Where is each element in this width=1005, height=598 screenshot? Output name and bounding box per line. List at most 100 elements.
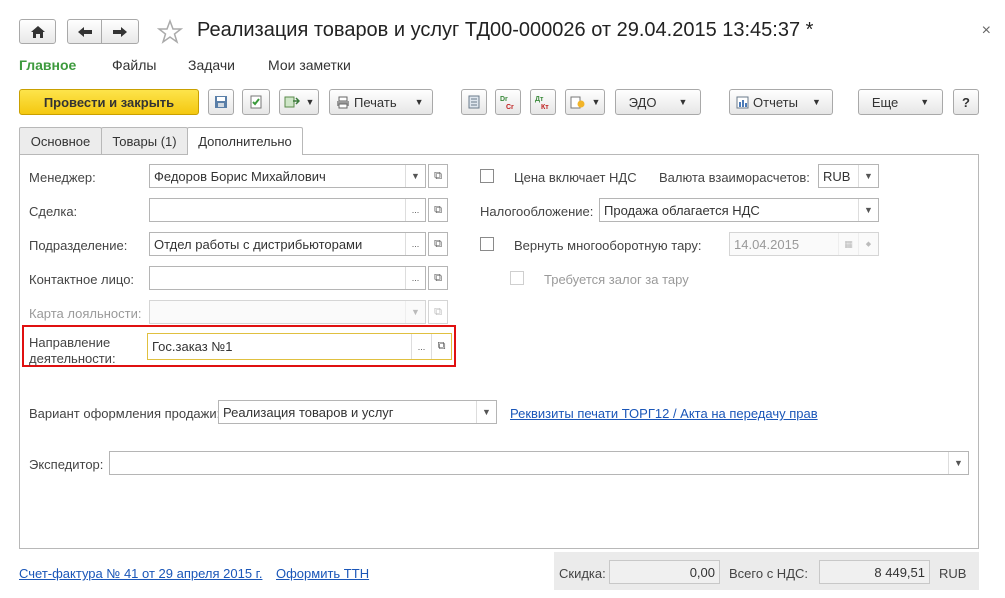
chevron-down-icon[interactable]: ▼	[858, 199, 878, 221]
print-label: Печать	[354, 94, 397, 110]
direction-label-line2: деятельности:	[29, 351, 116, 366]
return-tare-checkbox[interactable]	[480, 237, 494, 251]
direction-field[interactable]: Гос.заказ №1 ... ⧉	[147, 333, 452, 360]
back-button[interactable]	[67, 19, 102, 44]
section-files[interactable]: Файлы	[112, 57, 156, 73]
sale-variant-field[interactable]: Реализация товаров и услуг ▼	[218, 400, 497, 424]
create-ttn-link[interactable]: Оформить ТТН	[276, 566, 369, 581]
chevron-down-icon[interactable]: ▼	[948, 452, 968, 474]
currency-label: Валюта взаиморасчетов:	[659, 170, 810, 185]
chevron-down-icon: ▼	[414, 97, 424, 107]
price-includes-vat-label: Цена включает НДС	[514, 170, 637, 185]
department-value: Отдел работы с дистрибьюторами	[154, 236, 363, 252]
open-icon[interactable]: ⧉	[431, 334, 451, 359]
taxation-label: Налогообложение:	[480, 204, 594, 219]
chevron-down-icon: ▼	[305, 97, 315, 107]
currency-field[interactable]: RUB ▼	[818, 164, 879, 188]
direction-label-line1: Направление	[29, 335, 111, 350]
calendar-icon: ▦	[838, 233, 858, 255]
manager-value: Федоров Борис Михайлович	[154, 168, 326, 184]
more-button[interactable]: Еще ▼	[858, 89, 943, 115]
manager-field[interactable]: Федоров Борис Михайлович ▼	[149, 164, 426, 188]
svg-text:Dr: Dr	[500, 96, 508, 103]
contact-field[interactable]: ...	[149, 266, 426, 290]
manager-open-button[interactable]: ⧉	[428, 164, 448, 188]
department-label: Подразделение:	[29, 238, 128, 253]
journal-list-icon	[468, 95, 480, 109]
debit-credit-ru-icon: ДтКт	[535, 96, 549, 110]
favorite-star-icon[interactable]	[156, 18, 184, 48]
print-button[interactable]: Печать ▼	[329, 89, 433, 115]
arrow-left-icon	[77, 26, 92, 37]
deal-open-button[interactable]: ⧉	[428, 198, 448, 222]
total-currency: RUB	[939, 566, 967, 581]
page-title: Реализация товаров и услуг ТД00-000026 о…	[197, 19, 814, 41]
loyalty-field: ▼	[149, 300, 426, 324]
more-label: Еще	[871, 94, 899, 110]
direction-value: Гос.заказ №1	[152, 339, 233, 354]
taxation-value: Продажа облагается НДС	[604, 202, 760, 218]
deposit-checkbox	[510, 271, 524, 285]
close-icon[interactable]: ×	[982, 22, 991, 40]
create-based-icon	[284, 96, 300, 108]
chevron-down-icon[interactable]: ▼	[405, 165, 425, 187]
manager-label: Менеджер:	[29, 170, 96, 185]
loyalty-label: Карта лояльности:	[29, 306, 142, 321]
printer-icon	[337, 96, 349, 108]
documents-icon	[570, 96, 585, 109]
reports-button[interactable]: Отчеты ▼	[729, 89, 833, 115]
edo-label: ЭДО	[628, 94, 657, 110]
contact-label: Контактное лицо:	[29, 272, 135, 287]
forward-button[interactable]	[101, 19, 139, 44]
journal-button[interactable]	[461, 89, 487, 115]
chevron-down-icon[interactable]: ▼	[476, 401, 496, 423]
taxation-field[interactable]: Продажа облагается НДС ▼	[599, 198, 879, 222]
select-ellipsis-icon[interactable]: ...	[405, 267, 425, 289]
save-button[interactable]	[208, 89, 234, 115]
chevron-down-icon: ▼	[811, 97, 821, 107]
tab-additional[interactable]: Дополнительно	[187, 127, 303, 155]
section-main[interactable]: Главное	[19, 57, 76, 73]
arrow-right-icon	[113, 26, 127, 37]
home-icon	[30, 25, 45, 38]
chevron-down-icon: ▼	[920, 97, 930, 107]
tab-goods[interactable]: Товары (1)	[101, 127, 188, 154]
dt-ct-button[interactable]: Dr Cr	[495, 89, 521, 115]
post-document-icon	[250, 95, 262, 109]
price-includes-vat-checkbox[interactable]	[480, 169, 494, 183]
post-and-close-button[interactable]: Провести и закрыть	[19, 89, 199, 115]
return-tare-date-field: 14.04.2015 ▦ ◆	[729, 232, 879, 256]
discount-label: Скидка:	[559, 566, 606, 581]
forwarder-field[interactable]: ▼	[109, 451, 969, 475]
return-tare-label: Вернуть многооборотную тару:	[514, 238, 702, 253]
tab-main[interactable]: Основное	[19, 127, 102, 154]
deal-field[interactable]: ...	[149, 198, 426, 222]
total-value: 8 449,51	[819, 560, 930, 584]
sale-variant-label: Вариант оформления продажи:	[29, 406, 221, 421]
chevron-down-icon[interactable]: ▼	[858, 165, 878, 187]
post-button[interactable]	[242, 89, 270, 115]
create-based-on-button[interactable]: ▼	[279, 89, 319, 115]
department-field[interactable]: Отдел работы с дистрибьюторами ...	[149, 232, 426, 256]
home-button[interactable]	[19, 19, 56, 44]
department-open-button[interactable]: ⧉	[428, 232, 448, 256]
select-ellipsis-icon[interactable]: ...	[405, 199, 425, 221]
help-button[interactable]: ?	[953, 89, 979, 115]
loyalty-open-button: ⧉	[428, 300, 448, 324]
debit-credit-icon: DrCr	[500, 96, 514, 110]
edo-button[interactable]: ЭДО ▼	[615, 89, 701, 115]
section-tasks[interactable]: Задачи	[188, 57, 235, 73]
deposit-label: Требуется залог за тару	[544, 272, 689, 287]
select-ellipsis-icon[interactable]: ...	[411, 334, 431, 359]
report-icon	[736, 96, 749, 108]
print-details-link[interactable]: Реквизиты печати ТОРГ12 / Акта на переда…	[510, 406, 818, 421]
documents-dropdown-button[interactable]: ▼	[565, 89, 605, 115]
contact-open-button[interactable]: ⧉	[428, 266, 448, 290]
discount-value: 0,00	[609, 560, 720, 584]
dt-kt-button[interactable]: Дт Кт	[530, 89, 556, 115]
chevron-down-icon: ▼	[591, 97, 601, 107]
invoice-link[interactable]: Счет-фактура № 41 от 29 апреля 2015 г.	[19, 566, 262, 581]
section-notes[interactable]: Мои заметки	[268, 57, 351, 73]
chevron-down-icon: ▼	[405, 301, 425, 323]
select-ellipsis-icon[interactable]: ...	[405, 233, 425, 255]
